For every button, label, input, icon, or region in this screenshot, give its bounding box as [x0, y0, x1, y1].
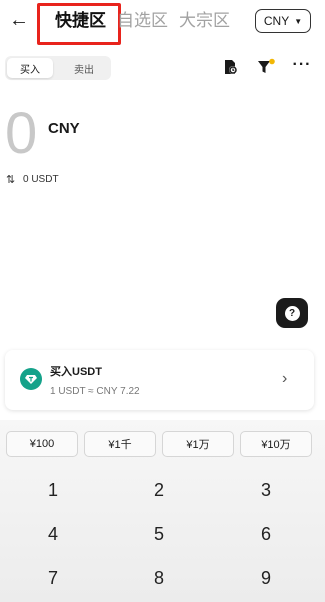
- sell-toggle-button[interactable]: 卖出: [58, 58, 110, 78]
- keypad-key[interactable]: 3: [213, 473, 319, 507]
- tab-quick[interactable]: 快捷区: [55, 10, 106, 32]
- keypad-key[interactable]: 1: [0, 473, 106, 507]
- caret-down-icon: ▼: [294, 16, 303, 26]
- exchange-rate: 1 USDT ≈ CNY 7.22: [50, 386, 140, 397]
- keypad-key[interactable]: 5: [106, 517, 212, 551]
- order-history-icon[interactable]: [221, 58, 239, 76]
- swap-icon[interactable]: ⇅: [6, 173, 15, 186]
- quick-amount-button[interactable]: ¥100: [6, 431, 78, 457]
- usdt-diamond-icon: [20, 368, 42, 390]
- keypad-key[interactable]: 2: [106, 473, 212, 507]
- keypad-key[interactable]: 4: [0, 517, 106, 551]
- quick-amount-button[interactable]: ¥1万: [162, 431, 234, 457]
- currency-selector[interactable]: CNY ▼: [255, 9, 311, 33]
- amount-currency: CNY: [48, 120, 80, 137]
- keypad-key[interactable]: 6: [213, 517, 319, 551]
- tab-self-select[interactable]: 自选区: [117, 10, 168, 32]
- keypad-key[interactable]: 8: [106, 561, 212, 595]
- chevron-right-icon: ›: [282, 370, 288, 387]
- quick-amount-button[interactable]: ¥10万: [240, 431, 312, 457]
- card-title: 买入USDT: [50, 366, 102, 378]
- buy-toggle-button[interactable]: 买入: [7, 58, 53, 78]
- quick-amount-button[interactable]: ¥1千: [84, 431, 156, 457]
- question-icon: ?: [284, 305, 300, 321]
- filter-icon[interactable]: [256, 58, 276, 76]
- tab-bulk[interactable]: 大宗区: [179, 10, 230, 32]
- amount-value: 0: [5, 101, 38, 166]
- usdt-equivalent: 0 USDT: [23, 174, 59, 185]
- back-arrow-icon[interactable]: ←: [8, 8, 30, 32]
- buy-usdt-card[interactable]: [5, 350, 314, 410]
- keypad-key[interactable]: 9: [213, 561, 319, 595]
- help-button[interactable]: ?: [276, 298, 308, 328]
- keypad-key[interactable]: 7: [0, 561, 106, 595]
- currency-label: CNY: [263, 14, 290, 28]
- more-options-icon[interactable]: ···: [291, 57, 313, 76]
